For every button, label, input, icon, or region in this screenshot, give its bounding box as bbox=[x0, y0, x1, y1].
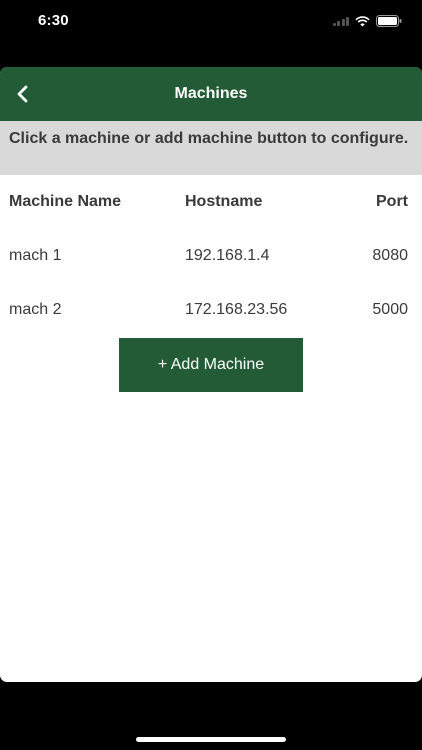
add-machine-button[interactable]: + Add Machine bbox=[119, 338, 303, 392]
machine-port: 8080 bbox=[372, 247, 408, 264]
signal-icon bbox=[332, 16, 349, 26]
machine-name: mach 2 bbox=[9, 301, 62, 318]
nav-bar: Machines bbox=[0, 67, 422, 121]
battery-icon bbox=[376, 15, 402, 27]
machines-card: Machines Click a machine or add machine … bbox=[0, 67, 422, 682]
header-machine-name: Machine Name bbox=[9, 193, 122, 210]
app-screen: 6:30 Machines Click a machine or add mac… bbox=[0, 0, 422, 750]
machine-hostname: 172.168.23.56 bbox=[185, 301, 288, 318]
home-indicator[interactable] bbox=[136, 737, 286, 742]
header-port: Port bbox=[376, 193, 408, 210]
header-hostname: Hostname bbox=[185, 193, 263, 210]
status-time: 6:30 bbox=[38, 12, 69, 29]
instructions-text: Click a machine or add machine button to… bbox=[0, 121, 422, 175]
status-bar: 6:30 bbox=[0, 0, 422, 44]
machine-port: 5000 bbox=[372, 301, 408, 318]
machine-hostname: 192.168.1.4 bbox=[185, 247, 270, 264]
machine-row-2[interactable]: mach 2 172.168.23.56 5000 bbox=[0, 283, 422, 337]
status-icons bbox=[332, 15, 403, 27]
wifi-icon bbox=[355, 15, 370, 27]
table-header: Machine Name Hostname Port bbox=[0, 175, 422, 229]
machine-row-1[interactable]: mach 1 192.168.1.4 8080 bbox=[0, 229, 422, 283]
machine-name: mach 1 bbox=[9, 247, 62, 264]
page-title: Machines bbox=[174, 85, 248, 102]
